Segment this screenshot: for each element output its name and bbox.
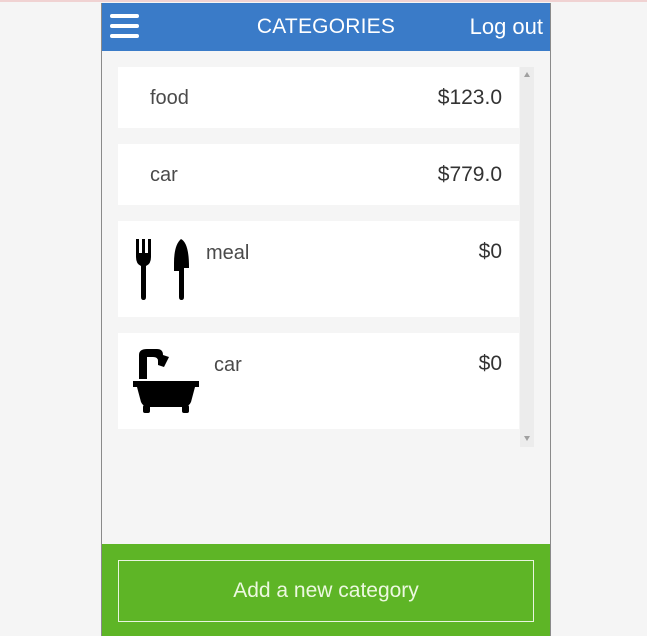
category-amount: $779.0: [437, 163, 502, 186]
category-item[interactable]: food $123.0: [118, 67, 519, 128]
bathtub-icon: [133, 349, 199, 413]
cutlery-icon: [136, 239, 189, 300]
category-name: food: [150, 87, 189, 109]
category-list: food $123.0 car $779.0 meal $0 car $0: [118, 67, 536, 447]
category-name: meal: [206, 242, 250, 264]
category-amount: $123.0: [437, 86, 502, 109]
list-scrollbar[interactable]: [520, 67, 534, 447]
footer-bar: Add a new category: [102, 544, 550, 636]
logout-button[interactable]: Log out: [470, 14, 543, 40]
app-window: CATEGORIES Log out food $123.0 car $779.…: [101, 3, 551, 636]
app-header: CATEGORIES Log out: [102, 3, 550, 51]
add-category-button[interactable]: Add a new category: [118, 560, 534, 622]
category-name: car: [150, 164, 178, 186]
category-name: car: [214, 354, 242, 376]
category-amount: $0: [478, 352, 502, 375]
category-amount: $0: [478, 240, 502, 263]
category-item[interactable]: meal $0: [118, 221, 519, 317]
scroll-down-arrow-icon[interactable]: [524, 436, 530, 441]
category-item[interactable]: car $0: [118, 333, 519, 429]
top-border-line: [0, 0, 647, 2]
category-item[interactable]: car $779.0: [118, 144, 519, 205]
scroll-up-arrow-icon[interactable]: [524, 72, 530, 77]
